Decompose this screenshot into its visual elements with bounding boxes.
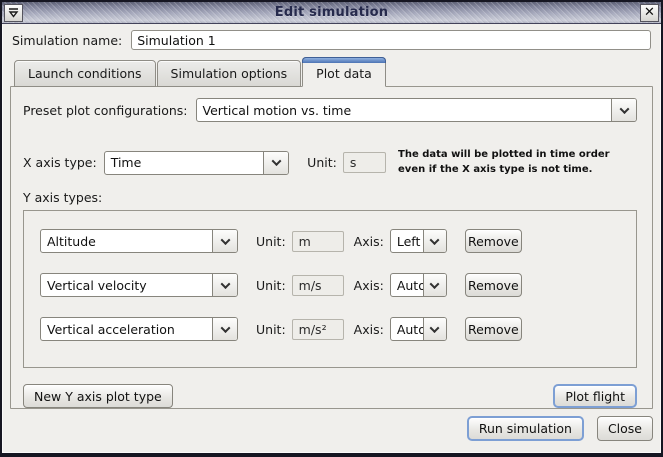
- close-icon: ✕: [644, 6, 655, 19]
- y-type-combobox[interactable]: Vertical acceleration: [40, 317, 238, 341]
- preset-row: Preset plot configurations: Vertical mot…: [23, 98, 637, 122]
- panel-bottom-row: New Y axis plot type Plot flight: [23, 384, 637, 408]
- simulation-name-input[interactable]: [131, 30, 651, 50]
- y-type-combobox[interactable]: Vertical velocity: [40, 273, 238, 297]
- chevron-down-icon[interactable]: [212, 230, 237, 252]
- y-type-combobox[interactable]: Altitude: [40, 229, 238, 253]
- tab-label: Plot data: [316, 66, 372, 81]
- remove-button[interactable]: Remove: [465, 229, 522, 253]
- plot-flight-button[interactable]: Plot flight: [553, 384, 637, 408]
- y-axis-types-label: Y axis types:: [23, 190, 637, 205]
- x-axis-value: Time: [105, 152, 263, 174]
- y-axis-row: Altitude Unit: m Axis: Left Remove: [40, 229, 636, 253]
- axis-value: Left: [391, 230, 423, 252]
- y-unit-field: m/s: [292, 275, 344, 296]
- preset-label: Preset plot configurations:: [23, 103, 188, 118]
- x-unit-field: s: [343, 152, 386, 173]
- tab-label: Launch conditions: [28, 66, 142, 81]
- y-unit-label: Unit:: [256, 278, 286, 293]
- y-type-value: Vertical acceleration: [41, 318, 212, 340]
- y-unit-label: Unit:: [256, 234, 286, 249]
- dialog-footer: Run simulation Close: [10, 409, 653, 453]
- new-y-axis-plot-type-button[interactable]: New Y axis plot type: [23, 384, 173, 408]
- chevron-down-icon[interactable]: [611, 99, 636, 121]
- chevron-down-icon[interactable]: [423, 230, 446, 252]
- chevron-down-icon[interactable]: [423, 318, 446, 340]
- chevron-down-icon[interactable]: [212, 318, 237, 340]
- y-type-value: Vertical velocity: [41, 274, 212, 296]
- dialog-body: Simulation name: Launch conditions Simul…: [2, 24, 661, 453]
- tab-launch-conditions[interactable]: Launch conditions: [14, 60, 156, 87]
- window-menu-button[interactable]: [4, 4, 23, 22]
- edit-simulation-dialog: Edit simulation ✕ Simulation name: Launc…: [0, 0, 663, 457]
- axis-label: Axis:: [354, 234, 384, 249]
- x-axis-row: X axis type: Time Unit: s The data will …: [23, 148, 637, 177]
- y-axis-groupbox: Altitude Unit: m Axis: Left Remove Verti…: [23, 210, 637, 368]
- x-unit-label: Unit:: [307, 155, 337, 170]
- y-unit-field: m/s²: [292, 319, 344, 340]
- preset-value: Vertical motion vs. time: [197, 99, 611, 121]
- tab-simulation-options[interactable]: Simulation options: [157, 60, 302, 87]
- close-dialog-button[interactable]: Close: [597, 416, 653, 441]
- tab-plot-data[interactable]: Plot data: [302, 57, 386, 87]
- window-menu-icon: [7, 6, 20, 19]
- x-axis-label: X axis type:: [23, 155, 97, 170]
- axis-combobox[interactable]: Auto: [390, 273, 447, 297]
- axis-label: Axis:: [354, 278, 384, 293]
- plot-data-panel: Preset plot configurations: Vertical mot…: [10, 86, 653, 409]
- title-bar[interactable]: Edit simulation ✕: [2, 2, 661, 24]
- axis-label: Axis:: [354, 322, 384, 337]
- run-simulation-button[interactable]: Run simulation: [467, 416, 584, 441]
- window-title: Edit simulation: [23, 5, 640, 20]
- y-axis-row: Vertical velocity Unit: m/s Axis: Auto R…: [40, 273, 636, 297]
- remove-button[interactable]: Remove: [465, 273, 522, 297]
- y-axis-row: Vertical acceleration Unit: m/s² Axis: A…: [40, 317, 636, 341]
- tab-bar: Launch conditions Simulation options Plo…: [10, 57, 653, 87]
- remove-button[interactable]: Remove: [465, 317, 522, 341]
- preset-combobox[interactable]: Vertical motion vs. time: [196, 98, 637, 122]
- chevron-down-icon[interactable]: [212, 274, 237, 296]
- y-type-value: Altitude: [41, 230, 212, 252]
- x-axis-type-combobox[interactable]: Time: [104, 151, 289, 175]
- simulation-name-label: Simulation name:: [12, 33, 122, 48]
- time-order-note: The data will be plotted in time order e…: [398, 148, 637, 177]
- tab-label: Simulation options: [171, 66, 288, 81]
- axis-value: Auto: [391, 274, 423, 296]
- close-button[interactable]: ✕: [640, 4, 659, 22]
- y-unit-label: Unit:: [256, 322, 286, 337]
- axis-combobox[interactable]: Left: [390, 229, 447, 253]
- simulation-name-row: Simulation name:: [12, 30, 651, 50]
- axis-combobox[interactable]: Auto: [390, 317, 447, 341]
- y-unit-field: m: [292, 231, 344, 252]
- axis-value: Auto: [391, 318, 423, 340]
- chevron-down-icon[interactable]: [423, 274, 446, 296]
- chevron-down-icon[interactable]: [263, 152, 288, 174]
